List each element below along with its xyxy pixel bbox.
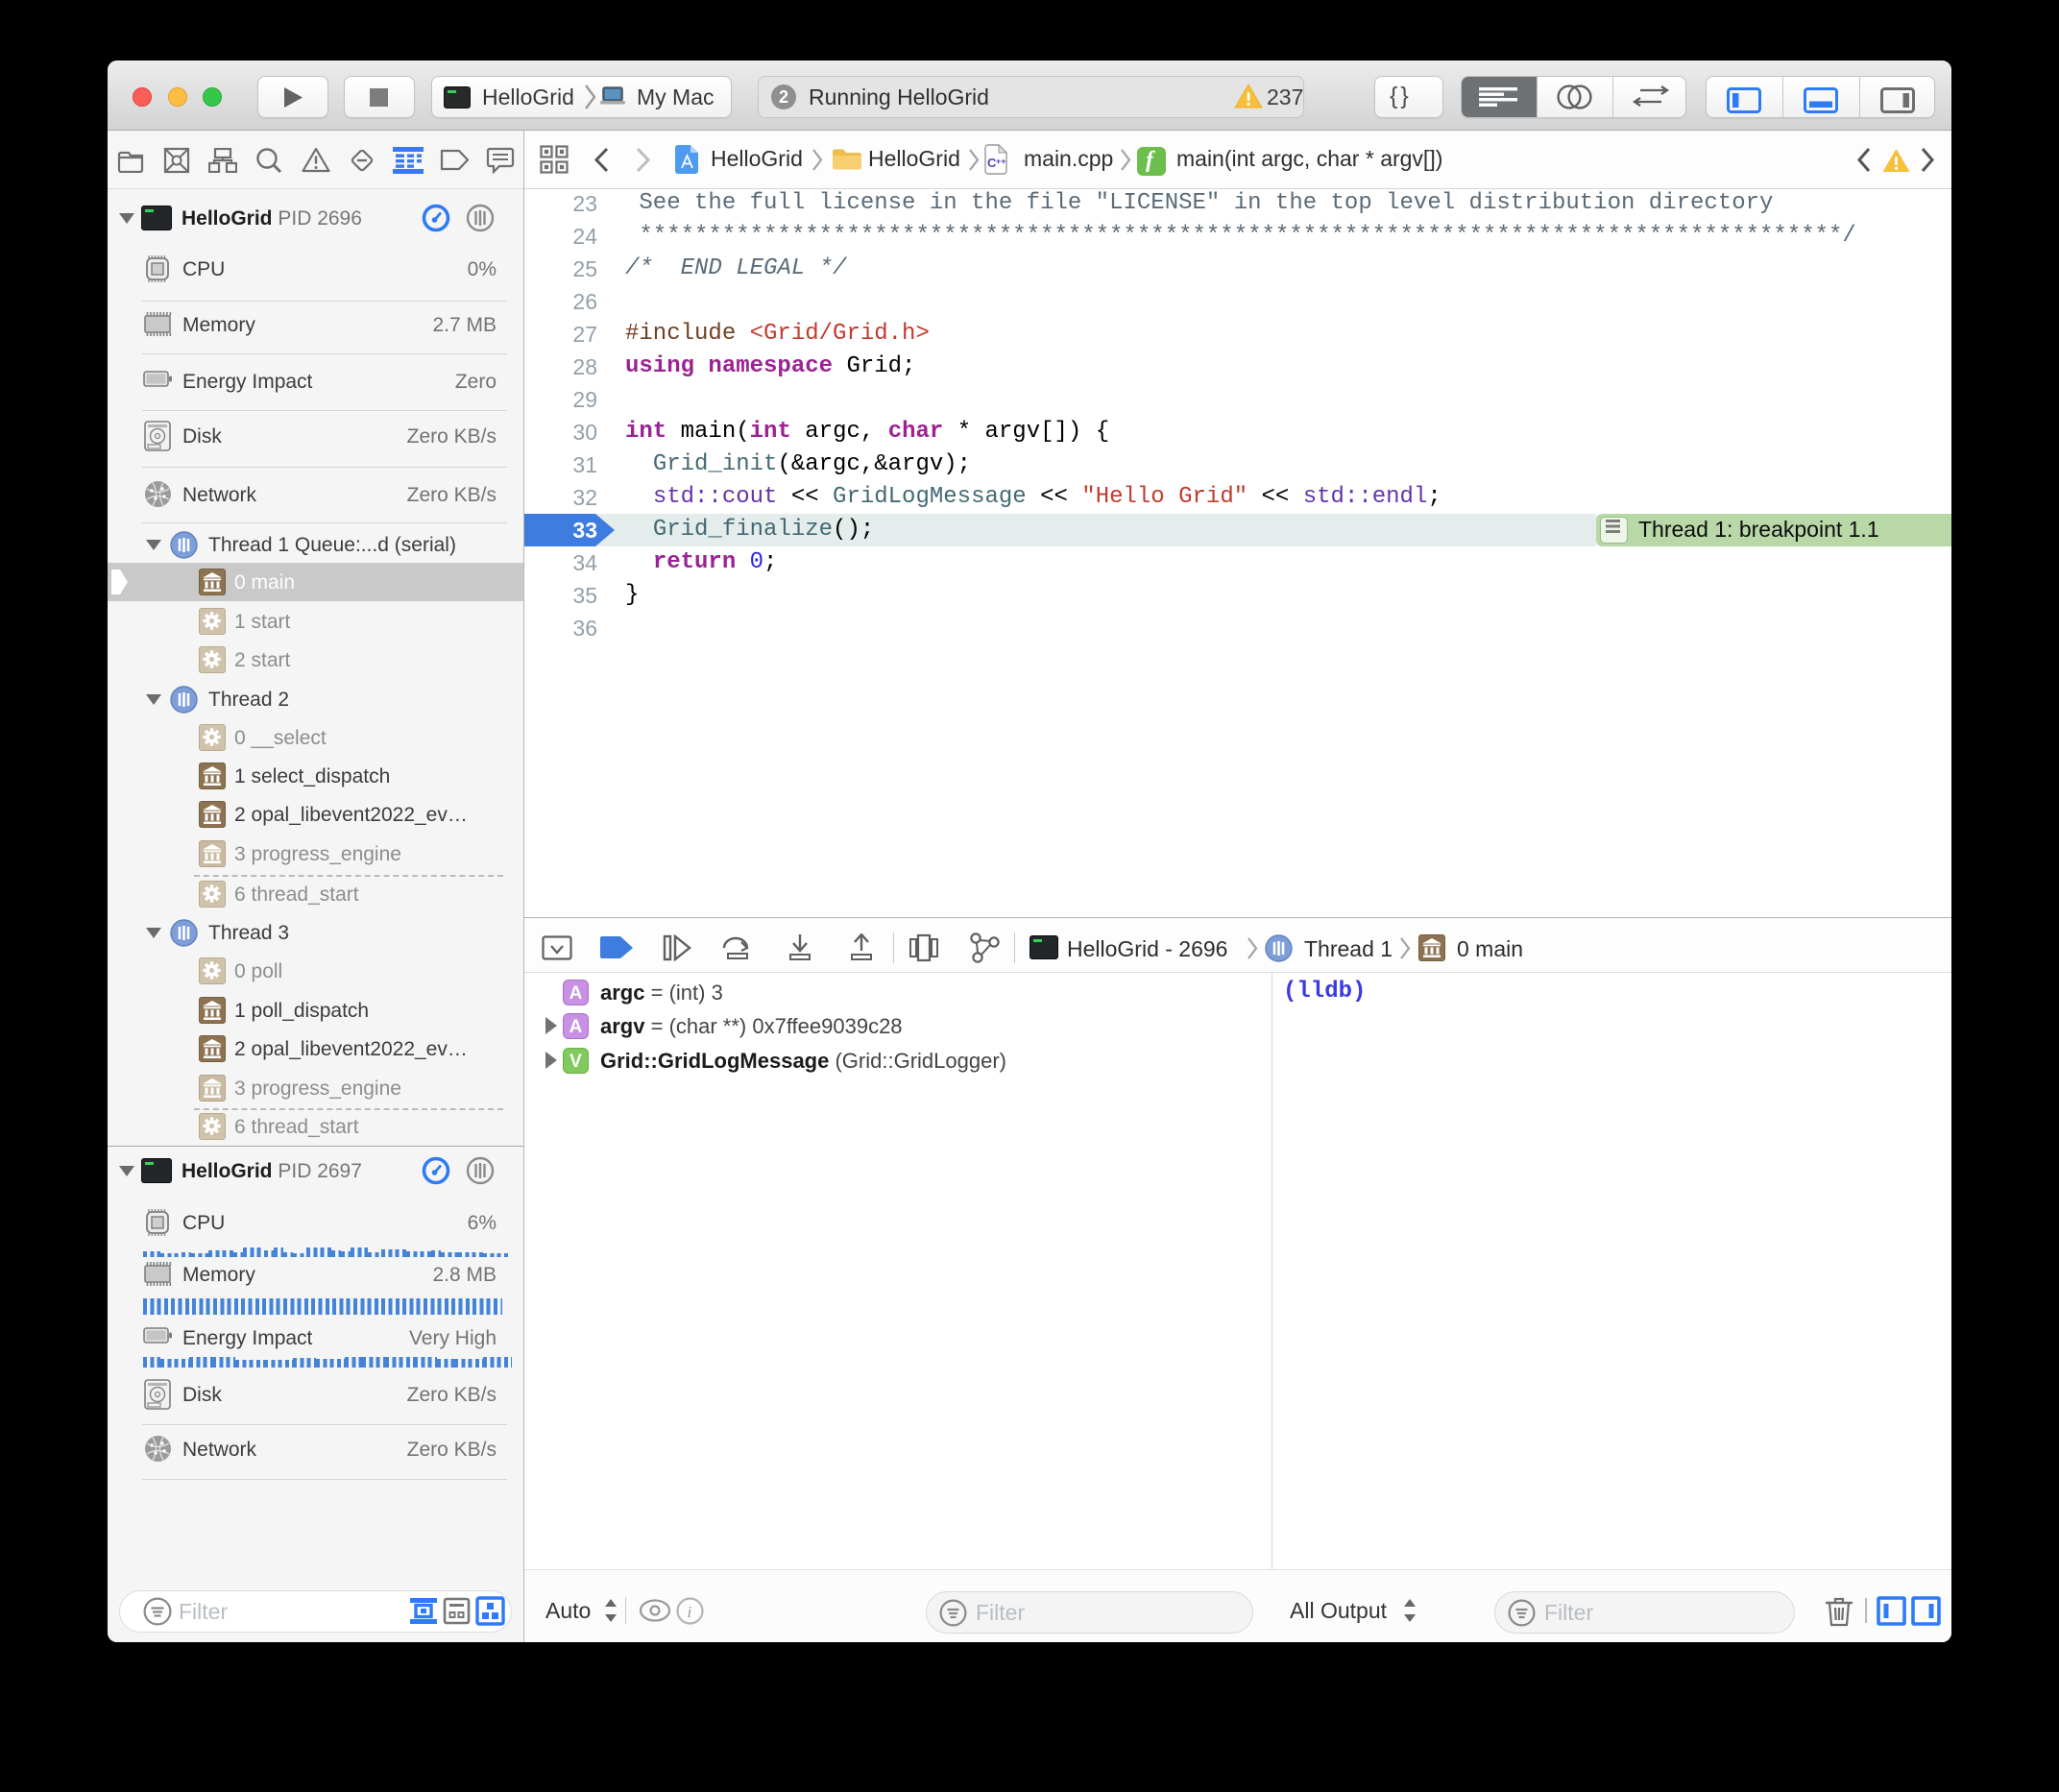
svg-text:i: i	[688, 1603, 692, 1621]
svg-text:++: ++	[996, 157, 1006, 166]
